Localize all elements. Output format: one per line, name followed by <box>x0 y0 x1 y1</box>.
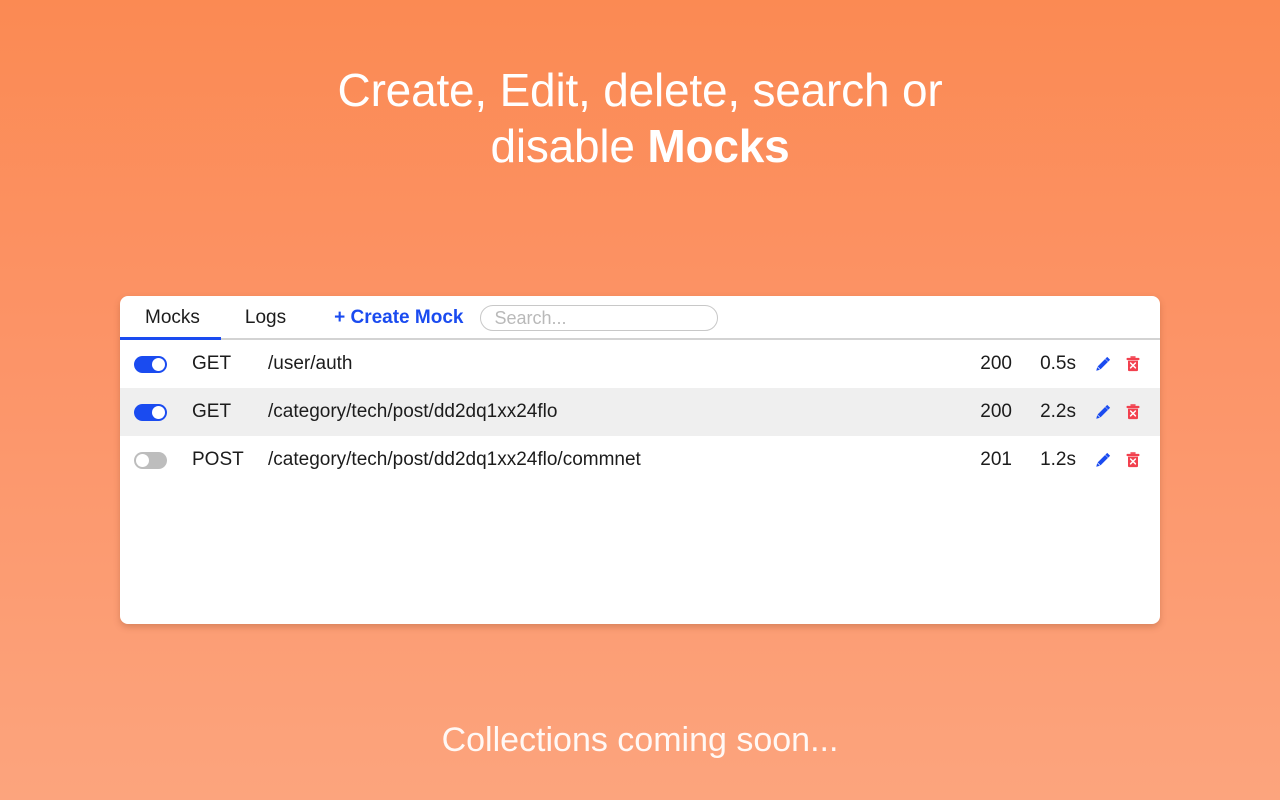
row-method: GET <box>192 353 232 374</box>
row-toggle-cell <box>120 451 192 469</box>
tab-logs[interactable]: Logs <box>245 296 286 340</box>
page-title-line-2-prefix: disable <box>490 120 648 172</box>
row-method: POST <box>192 449 244 470</box>
page-title-emphasis: Mocks <box>647 120 790 172</box>
row-path: /user/auth <box>268 353 353 374</box>
page-title: Create, Edit, delete, search or disable … <box>0 62 1280 174</box>
row-status-code: 200 <box>980 353 1012 374</box>
row-toggle-cell <box>120 355 192 373</box>
row-path: /category/tech/post/dd2dq1xx24flo <box>268 401 558 422</box>
trash-icon[interactable] <box>1124 355 1142 373</box>
row-latency: 2.2s <box>1040 401 1076 422</box>
table-row[interactable]: GET /user/auth 200 0.5s <box>120 340 1160 388</box>
row-actions <box>1076 355 1160 373</box>
coming-soon-text: Collections coming soon... <box>441 721 839 759</box>
mocks-list: GET /user/auth 200 0.5s GET /category/te… <box>120 340 1160 484</box>
tab-mocks[interactable]: Mocks <box>145 296 200 340</box>
trash-icon[interactable] <box>1124 451 1142 469</box>
row-status-code: 201 <box>980 449 1012 470</box>
row-actions <box>1076 403 1160 421</box>
mock-enable-toggle[interactable] <box>134 403 167 421</box>
row-latency: 0.5s <box>1040 353 1076 374</box>
row-method: GET <box>192 401 232 422</box>
row-latency: 1.2s <box>1040 449 1076 470</box>
search-input[interactable] <box>480 305 719 331</box>
row-actions <box>1076 451 1160 469</box>
pencil-icon[interactable] <box>1094 403 1112 421</box>
mocks-card: Mocks Logs + Create Mock GET /user/auth … <box>120 296 1160 624</box>
toggle-knob <box>136 453 149 467</box>
active-tab-indicator <box>120 337 221 340</box>
create-mock-button[interactable]: + Create Mock <box>334 296 463 340</box>
tabbar-divider <box>120 338 1160 340</box>
toggle-knob <box>152 405 165 419</box>
row-path: /category/tech/post/dd2dq1xx24flo/commne… <box>268 449 641 470</box>
pencil-icon[interactable] <box>1094 451 1112 469</box>
page-title-line-1: Create, Edit, delete, search or <box>337 64 943 116</box>
row-status-code: 200 <box>980 401 1012 422</box>
toggle-knob <box>152 357 165 371</box>
trash-icon[interactable] <box>1124 403 1142 421</box>
mock-enable-toggle[interactable] <box>134 355 167 373</box>
table-row[interactable]: GET /category/tech/post/dd2dq1xx24flo 20… <box>120 388 1160 436</box>
mock-enable-toggle[interactable] <box>134 451 167 469</box>
table-row[interactable]: POST /category/tech/post/dd2dq1xx24flo/c… <box>120 436 1160 484</box>
page-title-line-2: disable Mocks <box>0 118 1280 174</box>
pencil-icon[interactable] <box>1094 355 1112 373</box>
row-toggle-cell <box>120 403 192 421</box>
card-tabbar: Mocks Logs + Create Mock <box>120 296 1160 340</box>
